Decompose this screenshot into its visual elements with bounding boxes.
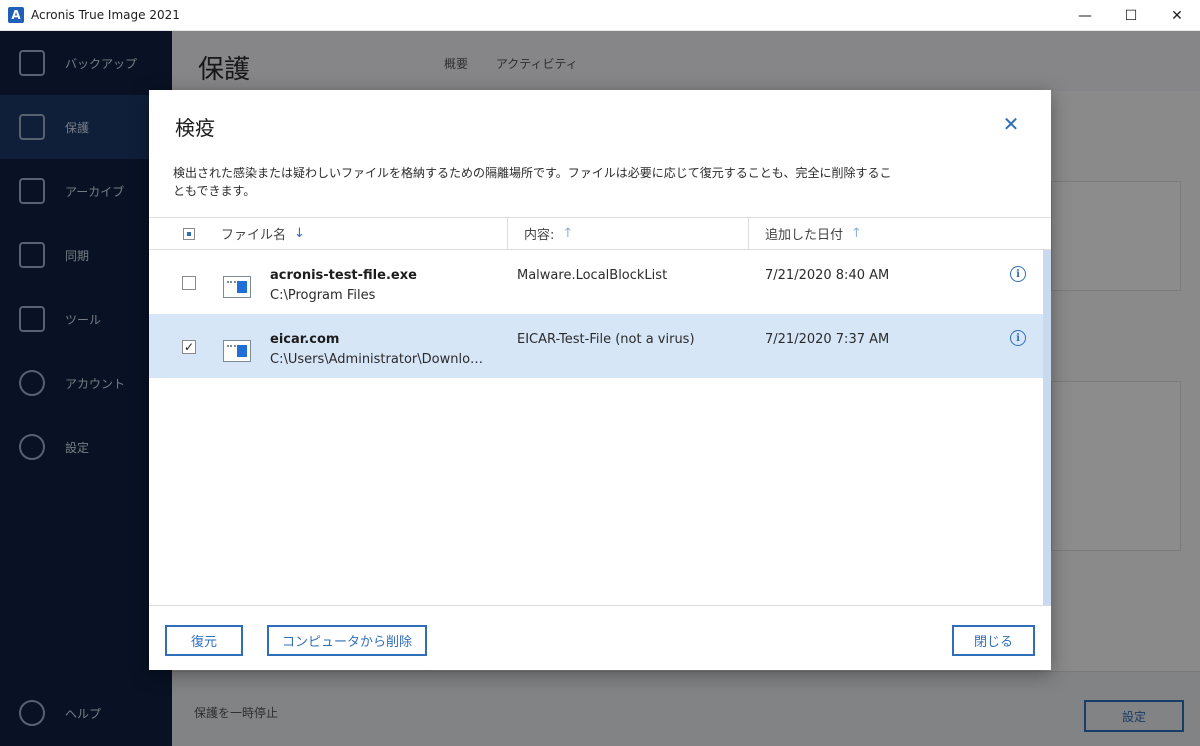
column-header-content[interactable]: 内容: ↑	[524, 218, 573, 249]
list-scrollbar[interactable]	[1043, 250, 1051, 605]
date-added: 7/21/2020 8:40 AM	[765, 268, 890, 283]
app-logo-icon: A	[8, 7, 24, 23]
column-divider	[748, 218, 749, 249]
close-button[interactable]: 閉じる	[952, 625, 1035, 656]
threat-name: EICAR-Test-File (not a virus)	[517, 332, 695, 347]
table-row[interactable]: acronis-test-file.exe C:\Program Files M…	[149, 250, 1043, 314]
column-label: 追加した日付	[765, 228, 844, 243]
row-checkbox[interactable]: ✓	[182, 340, 196, 354]
dialog-description: 検出された感染または疑わしいファイルを格納するための隔離場所です。ファイルは必要…	[173, 166, 892, 198]
window-titlebar: A Acronis True Image 2021 — ☐ ✕	[0, 0, 1200, 31]
maximize-button[interactable]: ☐	[1108, 0, 1154, 31]
window-title: Acronis True Image 2021	[31, 8, 180, 22]
info-icon[interactable]: i	[1010, 266, 1026, 282]
window-controls: — ☐ ✕	[1062, 0, 1200, 31]
scrollbar-thumb[interactable]	[1043, 250, 1051, 605]
quarantine-dialog: 検疫 ✕ 検出された感染または疑わしいファイルを格納するための隔離場所です。ファ…	[149, 90, 1051, 670]
dialog-footer: 復元 コンピュータから削除 閉じる	[149, 605, 1051, 670]
column-divider	[507, 218, 508, 249]
dialog-title: 検疫	[175, 116, 215, 140]
date-added: 7/21/2020 7:37 AM	[765, 332, 890, 347]
threat-name: Malware.LocalBlockList	[517, 268, 668, 283]
window-close-button[interactable]: ✕	[1154, 0, 1200, 31]
column-header-filename[interactable]: ファイル名 ↓	[221, 218, 305, 249]
column-label: ファイル名	[221, 228, 287, 243]
file-name: eicar.com	[270, 332, 340, 347]
file-name: acronis-test-file.exe	[270, 268, 417, 283]
row-checkbox[interactable]	[182, 276, 196, 290]
info-icon[interactable]: i	[1010, 330, 1026, 346]
sort-up-icon: ↑	[562, 226, 574, 241]
select-all-checkbox[interactable]	[183, 228, 195, 240]
file-path: C:\Program Files	[270, 288, 376, 303]
close-icon[interactable]: ✕	[999, 112, 1023, 136]
column-label: 内容:	[524, 228, 555, 243]
sort-up-icon: ↑	[851, 226, 862, 241]
table-header: ファイル名 ↓ 内容: ↑ 追加した日付 ↑	[149, 217, 1051, 250]
sort-down-icon: ↓	[294, 226, 305, 241]
delete-from-computer-button[interactable]: コンピュータから削除	[267, 625, 427, 656]
file-icon	[223, 276, 251, 298]
quarantine-list: acronis-test-file.exe C:\Program Files M…	[149, 250, 1043, 605]
file-path: C:\Users\Administrator\Downloads	[270, 352, 490, 367]
file-icon	[223, 340, 251, 362]
column-header-date[interactable]: 追加した日付 ↑	[765, 218, 862, 249]
minimize-button[interactable]: —	[1062, 0, 1108, 31]
table-row[interactable]: ✓ eicar.com C:\Users\Administrator\Downl…	[149, 314, 1043, 378]
restore-button[interactable]: 復元	[165, 625, 243, 656]
